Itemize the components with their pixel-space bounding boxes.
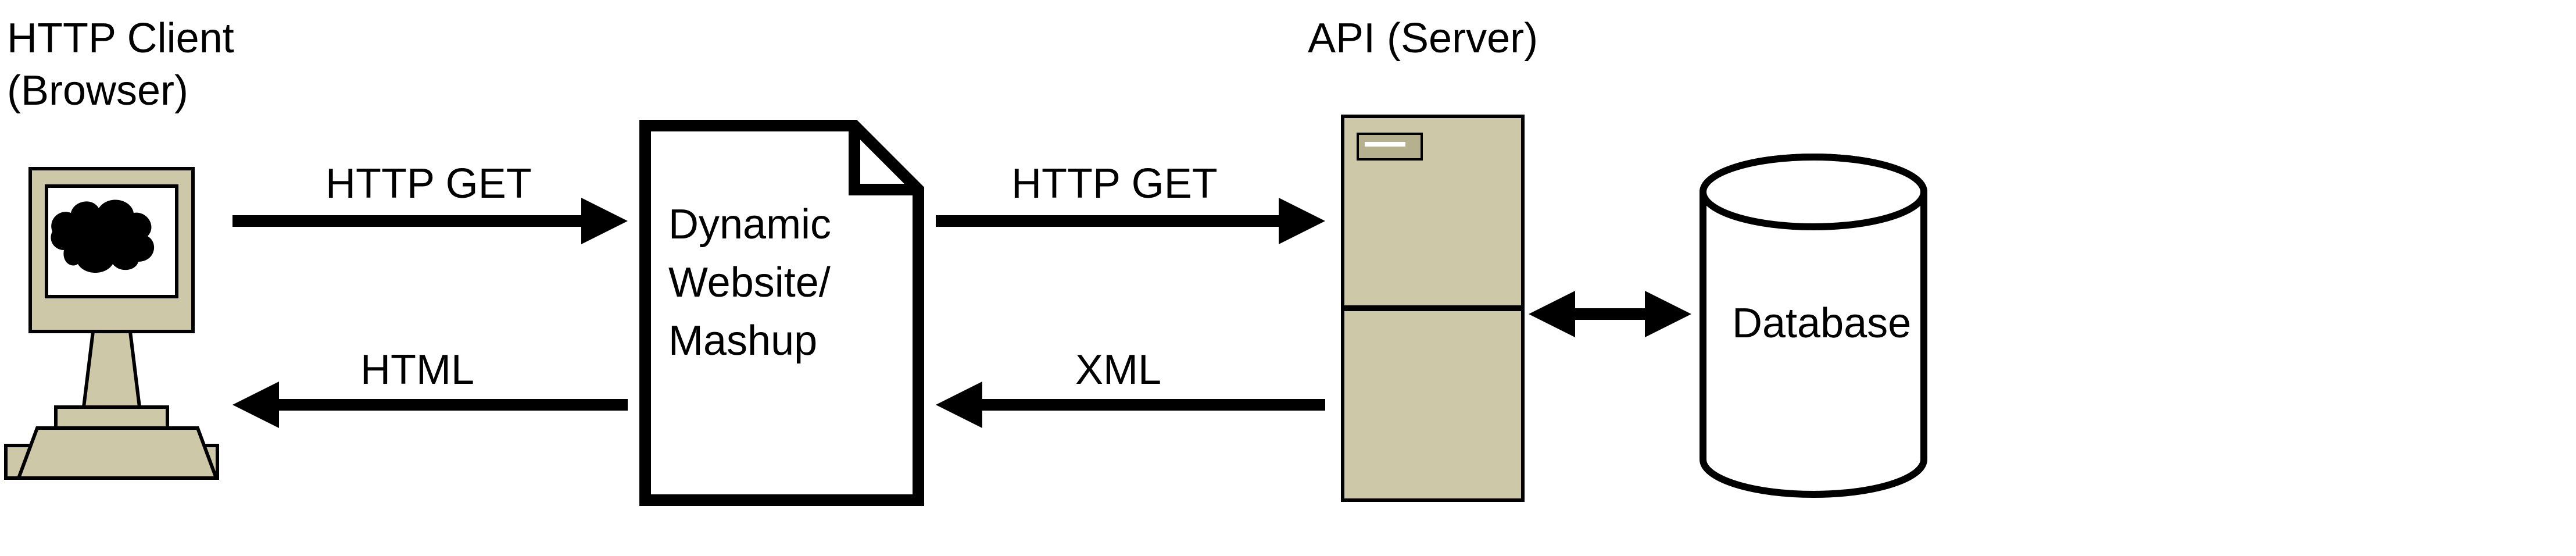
database-label: Database (1732, 300, 1911, 347)
doc-label-line3: Mashup (668, 318, 817, 364)
label-doc-to-client: HTML (360, 347, 474, 393)
document-icon (645, 126, 918, 500)
client-title-line2: (Browser) (7, 67, 188, 114)
client-title-line1: HTTP Client (7, 15, 234, 62)
architecture-diagram: HTTP Client (Browser) Dynamic Website/ M… (0, 0, 2576, 556)
api-title: API (Server) (1308, 15, 1538, 62)
doc-label-line1: Dynamic (668, 201, 831, 248)
label-server-to-doc: XML (1075, 347, 1161, 393)
doc-label-line2: Website/ (668, 259, 831, 306)
label-client-to-doc: HTTP GET (325, 161, 532, 207)
client-computer-icon (6, 169, 217, 478)
label-doc-to-server: HTTP GET (1011, 161, 1218, 207)
server-icon (1343, 116, 1523, 500)
arrow-server-db (1529, 291, 1691, 337)
